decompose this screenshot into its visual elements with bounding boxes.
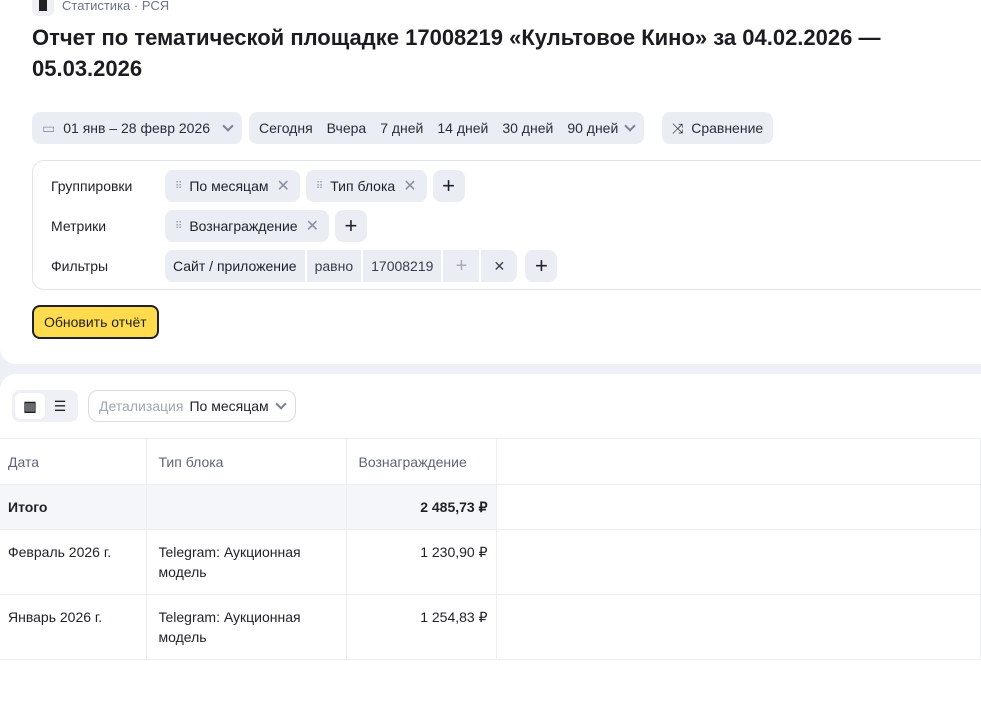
- columns-view-icon[interactable]: ▥: [15, 393, 45, 419]
- period-value: 01 янв – 28 февр 2026: [63, 120, 211, 136]
- chip-label: По месяцам: [189, 178, 269, 194]
- add-metric-button[interactable]: +: [334, 210, 367, 242]
- header-reward[interactable]: Вознаграждение: [346, 438, 497, 485]
- preset-yesterday[interactable]: Вчера: [327, 120, 367, 136]
- metrics-label: Метрики: [51, 218, 107, 234]
- report-results: ▥ ☰ Детализация По месяцам Дата Тип блок…: [0, 374, 981, 714]
- compare-button[interactable]: ⤨ Сравнение: [662, 112, 774, 144]
- filters-label: Фильтры: [51, 258, 109, 274]
- header-block-type[interactable]: Тип блока: [146, 438, 347, 485]
- groupings-label: Группировки: [51, 178, 133, 194]
- compare-label: Сравнение: [691, 120, 764, 136]
- add-grouping-button[interactable]: +: [432, 170, 465, 202]
- preset-14-days[interactable]: 14 дней: [437, 120, 488, 136]
- chip-label: Вознаграждение: [189, 218, 298, 234]
- close-icon[interactable]: ✕: [403, 176, 416, 196]
- close-icon[interactable]: ✕: [306, 216, 319, 236]
- empty-cell: [496, 438, 981, 485]
- cell-reward: 1 254,83 ₽: [346, 594, 497, 660]
- cell-block-type: Telegram: Аукционная модель: [146, 529, 347, 595]
- breadcrumb[interactable]: Статистика · РСЯ: [32, 0, 169, 16]
- empty-cell: [496, 529, 981, 595]
- cell-date: Январь 2026 г.: [0, 594, 147, 660]
- chevron-down-icon[interactable]: [624, 120, 636, 132]
- total-value: 2 485,73 ₽: [346, 484, 497, 530]
- total-row: Итого 2 485,73 ₽: [0, 484, 981, 530]
- table-row: Январь 2026 г. Telegram: Аукционная моде…: [0, 594, 981, 660]
- empty-cell: [146, 484, 347, 530]
- add-filter-value-button[interactable]: +: [443, 250, 480, 282]
- cell-reward: 1 230,90 ₽: [346, 529, 497, 595]
- cell-block-type: Telegram: Аукционная модель: [146, 594, 347, 660]
- close-icon[interactable]: ✕: [277, 176, 290, 196]
- report-table: Дата Тип блока Вознаграждение Итого 2 48…: [0, 438, 981, 660]
- groupings-row: Группировки ⠿ По месяцам ✕ ⠿ Тип блока ✕ +: [51, 170, 465, 202]
- detail-select[interactable]: Детализация По месяцам: [88, 390, 296, 422]
- period-picker[interactable]: ▭ 01 янв – 28 февр 2026: [32, 112, 243, 144]
- cell-date: Февраль 2026 г.: [0, 529, 147, 595]
- shuffle-icon: ⤨: [672, 119, 684, 136]
- drag-handle-icon[interactable]: ⠿: [175, 221, 182, 232]
- statistics-icon: [32, 0, 54, 16]
- update-report-button[interactable]: Обновить отчёт: [32, 305, 159, 339]
- grouping-chip[interactable]: ⠿ Тип блока ✕: [305, 170, 427, 202]
- filter-operator[interactable]: равно: [306, 250, 362, 282]
- detail-value: По месяцам: [189, 398, 269, 414]
- filters-row: Фильтры Сайт / приложение равно 17008219…: [51, 250, 558, 282]
- report-config: Группировки ⠿ По месяцам ✕ ⠿ Тип блока ✕ + М…: [32, 160, 981, 290]
- chip-label: Тип блока: [330, 178, 396, 194]
- preset-30-days[interactable]: 30 дней: [502, 120, 553, 136]
- preset-today[interactable]: Сегодня: [259, 120, 313, 136]
- table-header: Дата Тип блока Вознаграждение: [0, 438, 981, 485]
- empty-cell: [496, 484, 981, 530]
- remove-filter-button[interactable]: ✕: [481, 250, 518, 282]
- chevron-down-icon: [274, 398, 287, 410]
- drag-handle-icon[interactable]: ⠿: [175, 181, 182, 192]
- breadcrumb-text: Статистика · РСЯ: [62, 0, 170, 13]
- report-settings-panel: Статистика · РСЯ Отчет по тематической п…: [0, 0, 981, 364]
- filter-field[interactable]: Сайт / приложение: [165, 250, 305, 282]
- add-filter-button[interactable]: +: [525, 250, 558, 282]
- empty-cell: [496, 594, 981, 660]
- calendar-icon: ▭: [42, 119, 56, 136]
- view-switcher: ▥ ☰: [12, 390, 78, 422]
- period-presets: Сегодня Вчера 7 дней 14 дней 30 дней 90 …: [249, 112, 645, 144]
- detail-label: Детализация: [99, 398, 184, 414]
- table-row: Февраль 2026 г. Telegram: Аукционная мод…: [0, 529, 981, 595]
- chevron-down-icon: [222, 120, 234, 132]
- metrics-row: Метрики ⠿ Вознаграждение ✕ +: [51, 210, 367, 242]
- preset-90-days[interactable]: 90 дней: [567, 120, 618, 136]
- drag-handle-icon[interactable]: ⠿: [316, 181, 323, 192]
- preset-7-days[interactable]: 7 дней: [380, 120, 423, 136]
- page-title: Отчет по тематической площадке 17008219 …: [32, 25, 881, 81]
- filter-value-input[interactable]: 17008219: [363, 250, 442, 282]
- list-view-icon[interactable]: ☰: [45, 398, 75, 415]
- metric-chip[interactable]: ⠿ Вознаграждение ✕: [165, 210, 329, 242]
- grouping-chip[interactable]: ⠿ По месяцам ✕: [165, 170, 300, 202]
- total-label: Итого: [0, 484, 147, 530]
- header-date[interactable]: Дата: [0, 438, 147, 485]
